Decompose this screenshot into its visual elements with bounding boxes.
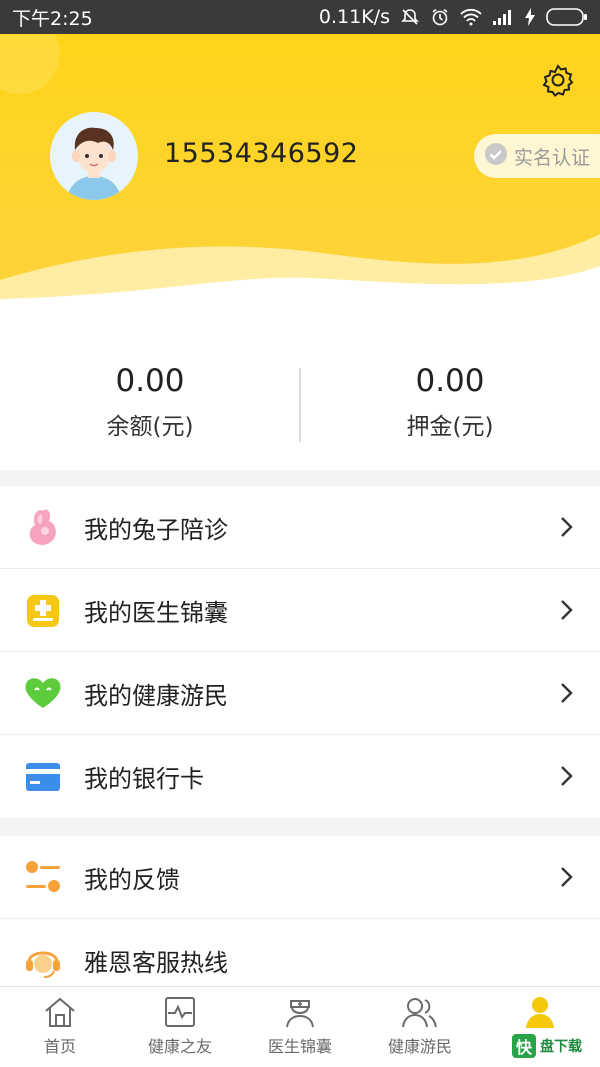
group-icon bbox=[402, 998, 437, 1028]
deposit-amount: 0.00 bbox=[415, 363, 485, 399]
status-time: 下午2:25 bbox=[12, 7, 93, 30]
tab-label: 健康游民 bbox=[387, 1037, 452, 1056]
status-icons: 0.11K/s bbox=[319, 6, 588, 28]
balance-amount: 0.00 bbox=[115, 363, 185, 399]
feedback-icon bbox=[23, 857, 63, 897]
deposit-label: 押金(元) bbox=[406, 414, 494, 440]
doctor-icon bbox=[286, 1000, 314, 1028]
alarm-icon bbox=[430, 7, 450, 27]
menu-item-label: 我的健康游民 bbox=[84, 681, 228, 710]
tab-doctor-kit[interactable]: 医生锦囊 bbox=[240, 987, 360, 1067]
deposit-column[interactable]: 0.00 押金(元) bbox=[300, 334, 600, 470]
tab-home[interactable]: 首页 bbox=[0, 987, 120, 1067]
menu-group-primary: 我的兔子陪诊 我的医生锦囊 我的健康游民 我的银行卡 bbox=[0, 486, 600, 818]
settings-button[interactable] bbox=[540, 62, 576, 98]
check-circle-icon bbox=[484, 142, 508, 171]
user-phone-number: 15534346592 bbox=[164, 138, 359, 169]
avatar[interactable] bbox=[50, 112, 138, 200]
tab-label: 健康之友 bbox=[147, 1037, 212, 1056]
battery-icon bbox=[546, 7, 588, 27]
mute-icon bbox=[400, 7, 420, 27]
network-speed: 0.11K/s bbox=[318, 6, 390, 28]
profile-header: 15534346592 实名认证 bbox=[0, 34, 600, 334]
menu-item-label: 我的医生锦囊 bbox=[84, 598, 228, 627]
tab-label: 首页 bbox=[43, 1037, 76, 1056]
real-name-verify-button[interactable]: 实名认证 bbox=[474, 134, 600, 178]
menu-item-label: 我的银行卡 bbox=[84, 765, 204, 793]
menu-item-doctor-kit[interactable]: 我的医生锦囊 bbox=[0, 569, 600, 652]
profile-icon bbox=[526, 997, 554, 1028]
menu-item-health-nomad[interactable]: 我的健康游民 bbox=[0, 652, 600, 735]
signal-icon bbox=[492, 8, 514, 26]
balance-card: 0.00 余额(元) 0.00 押金(元) bbox=[0, 334, 600, 470]
chevron-right-icon bbox=[561, 766, 573, 786]
charging-icon bbox=[524, 7, 536, 27]
tab-health-friends[interactable]: 健康之友 bbox=[120, 987, 240, 1067]
wifi-icon bbox=[460, 8, 482, 26]
heart-icon bbox=[23, 673, 63, 713]
menu-item-label: 我的反馈 bbox=[84, 865, 180, 894]
menu-item-label: 雅恩客服热线 bbox=[84, 949, 228, 977]
bottom-tab-bar: 首页 健康之友 医生锦囊 健康游民 快 盘下载 bbox=[0, 986, 600, 1067]
menu-item-bank-card[interactable]: 我的银行卡 bbox=[0, 735, 600, 818]
watermark: 快 盘下载 bbox=[508, 1031, 594, 1061]
health-monitor-icon bbox=[165, 997, 195, 1027]
balance-column[interactable]: 0.00 余额(元) bbox=[0, 334, 300, 470]
bank-card-icon bbox=[23, 757, 63, 797]
chevron-right-icon bbox=[561, 517, 573, 537]
tab-health-nomads[interactable]: 健康游民 bbox=[360, 987, 480, 1067]
customer-service-icon bbox=[23, 941, 63, 981]
menu-item-rabbit-escort[interactable]: 我的兔子陪诊 bbox=[0, 486, 600, 569]
watermark-logo: 快 bbox=[512, 1034, 536, 1058]
menu-group-secondary: 我的反馈 雅恩客服热线 bbox=[0, 836, 600, 1002]
home-icon bbox=[45, 997, 75, 1027]
balance-divider bbox=[299, 368, 301, 442]
rabbit-icon bbox=[23, 507, 63, 547]
status-bar: 下午2:25 0.11K/s bbox=[0, 0, 600, 34]
menu-item-label: 我的兔子陪诊 bbox=[84, 515, 228, 544]
chevron-right-icon bbox=[561, 683, 573, 703]
medical-kit-icon bbox=[23, 590, 63, 630]
menu-item-feedback[interactable]: 我的反馈 bbox=[0, 836, 600, 919]
chevron-right-icon bbox=[561, 867, 573, 887]
watermark-text: 盘下载 bbox=[540, 1039, 582, 1055]
verify-label: 实名认证 bbox=[514, 146, 591, 169]
tab-label: 医生锦囊 bbox=[267, 1037, 332, 1056]
chevron-right-icon bbox=[561, 600, 573, 620]
gear-icon bbox=[540, 64, 576, 102]
balance-label: 余额(元) bbox=[106, 414, 194, 440]
avatar-boy-icon bbox=[50, 112, 138, 200]
